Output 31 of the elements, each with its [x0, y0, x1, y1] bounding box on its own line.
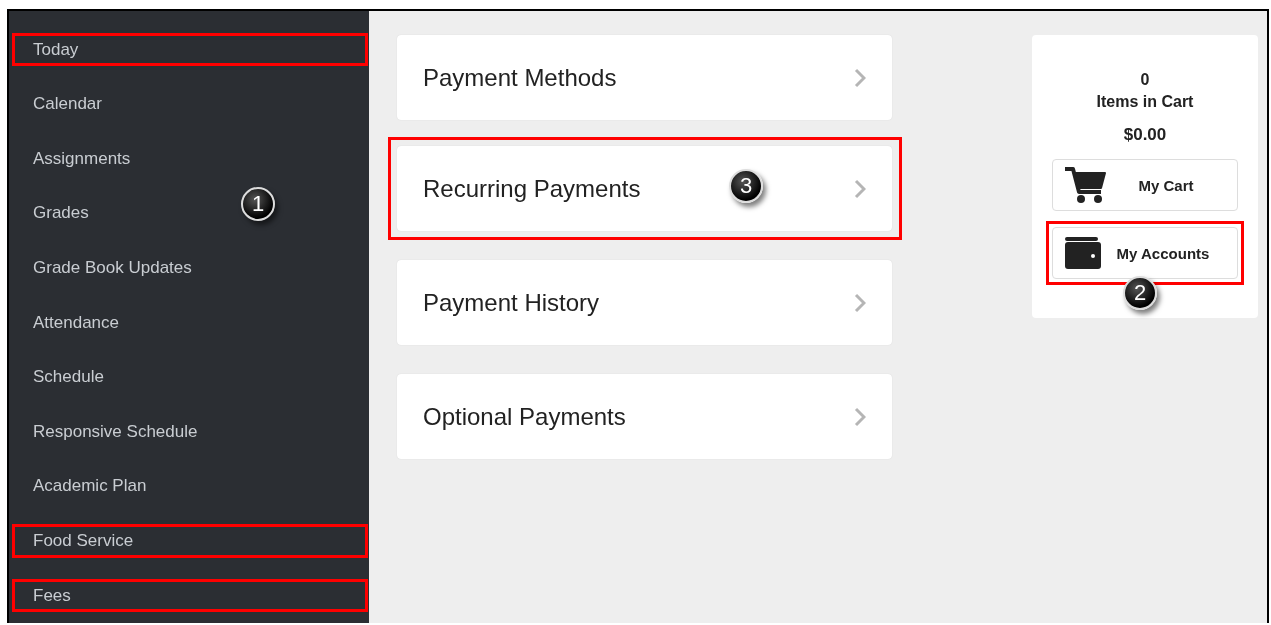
- sidebar-item[interactable]: Schedule: [12, 360, 113, 394]
- sidebar-item[interactable]: Academic Plan: [12, 469, 156, 503]
- sidebar-item[interactable]: Today: [12, 33, 368, 67]
- sidebar-item[interactable]: Assignments: [12, 142, 140, 176]
- menu-card[interactable]: Payment Methods: [397, 35, 892, 120]
- items-in-cart-label: Items in Cart: [1096, 92, 1194, 112]
- sidebar-item[interactable]: Attendance: [12, 306, 128, 340]
- shopping-cart-icon: [1065, 166, 1107, 204]
- menu-card[interactable]: Payment History: [397, 260, 892, 345]
- chevron-right-icon: [854, 406, 866, 427]
- card-label: Payment History: [423, 288, 600, 317]
- card-label: Recurring Payments: [423, 174, 641, 203]
- sidebar-item[interactable]: Fees: [12, 579, 368, 613]
- card-label: Optional Payments: [423, 402, 626, 431]
- chevron-right-icon: [854, 67, 866, 88]
- cart-total: $0.00: [1123, 125, 1167, 145]
- wallet-icon: [1065, 237, 1101, 269]
- chevron-right-icon: [854, 292, 866, 313]
- sidebar-item[interactable]: Responsive Schedule: [12, 415, 207, 449]
- my-cart-button[interactable]: My Cart: [1052, 159, 1238, 211]
- sidebar-item[interactable]: Calendar: [12, 87, 111, 121]
- sidebar-item[interactable]: Grade Book Updates: [12, 251, 201, 285]
- card-label: Payment Methods: [423, 63, 617, 92]
- callout-number: 1: [241, 187, 275, 221]
- chevron-right-icon: [854, 178, 866, 199]
- sidebar-item[interactable]: Food Service: [12, 524, 368, 558]
- item-count: 0: [1140, 70, 1150, 90]
- callout-number: 2: [1123, 276, 1157, 310]
- sidebar-item[interactable]: Grades: [12, 196, 98, 230]
- my-accounts-button[interactable]: My Accounts: [1052, 227, 1238, 279]
- menu-card[interactable]: Optional Payments: [397, 374, 892, 459]
